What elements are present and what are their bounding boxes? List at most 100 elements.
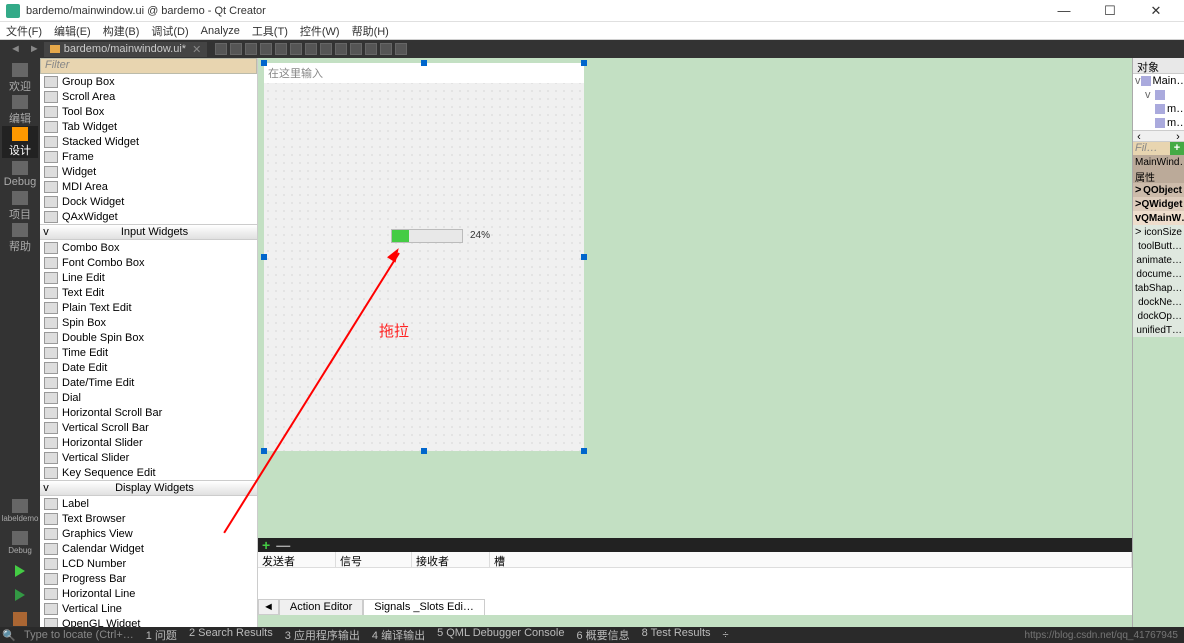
- widget-item[interactable]: Frame: [40, 149, 257, 164]
- toolbar-icon[interactable]: [290, 43, 302, 55]
- close-button[interactable]: ✕: [1142, 3, 1170, 19]
- toolbar-icon[interactable]: [260, 43, 272, 55]
- widget-item[interactable]: Horizontal Scroll Bar: [40, 405, 257, 420]
- resize-handle[interactable]: [261, 448, 267, 454]
- status-pane-button[interactable]: 3 应用程序输出: [285, 627, 360, 643]
- run-button[interactable]: [2, 559, 38, 583]
- object-tree-row[interactable]: m…: [1133, 102, 1184, 116]
- widget-category-header[interactable]: vDisplay Widgets: [40, 480, 257, 496]
- toolbar-icon[interactable]: [275, 43, 287, 55]
- property-filter-input[interactable]: Fil…: [1133, 142, 1170, 155]
- progress-bar-widget[interactable]: 24%: [391, 229, 463, 243]
- widget-item[interactable]: Stacked Widget: [40, 134, 257, 149]
- widget-item[interactable]: Dial: [40, 390, 257, 405]
- kit-debug[interactable]: Debug: [2, 527, 38, 559]
- widget-item[interactable]: Plain Text Edit: [40, 300, 257, 315]
- toolbar-icon[interactable]: [320, 43, 332, 55]
- status-pane-button[interactable]: 2 Search Results: [189, 627, 273, 643]
- widget-item[interactable]: Vertical Slider: [40, 450, 257, 465]
- property-row[interactable]: dockOp…: [1133, 309, 1184, 323]
- widget-item[interactable]: Horizontal Line: [40, 586, 257, 601]
- resize-handle[interactable]: [581, 254, 587, 260]
- mode-debug[interactable]: Debug: [2, 158, 38, 190]
- maximize-button[interactable]: ☐: [1096, 3, 1124, 19]
- form-canvas[interactable]: 在这里输入 24% 拖拉: [264, 63, 584, 451]
- widget-item[interactable]: Label: [40, 496, 257, 511]
- widget-item[interactable]: Scroll Area: [40, 89, 257, 104]
- widget-item[interactable]: Time Edit: [40, 345, 257, 360]
- property-row[interactable]: docume…: [1133, 267, 1184, 281]
- mode-欢迎[interactable]: 欢迎: [2, 62, 38, 94]
- widget-item[interactable]: Tab Widget: [40, 119, 257, 134]
- widget-item[interactable]: Horizontal Slider: [40, 435, 257, 450]
- widget-item[interactable]: Group Box: [40, 74, 257, 89]
- widget-item[interactable]: Date/Time Edit: [40, 375, 257, 390]
- add-property-button[interactable]: +: [1170, 142, 1184, 155]
- menu-debug[interactable]: 调试(D): [151, 23, 188, 39]
- toolbar-icon[interactable]: [215, 43, 227, 55]
- widget-item[interactable]: Text Browser: [40, 511, 257, 526]
- toolbar-icon[interactable]: [365, 43, 377, 55]
- tab-action-editor[interactable]: Action Editor: [279, 599, 363, 615]
- object-tree-row[interactable]: vMain…: [1133, 74, 1184, 88]
- toolbar-icon[interactable]: [335, 43, 347, 55]
- tree-scrollbar[interactable]: ‹›: [1133, 130, 1184, 142]
- object-tree-row[interactable]: v: [1133, 88, 1184, 102]
- close-tab-icon[interactable]: ✕: [192, 43, 201, 56]
- property-row[interactable]: toolButt…: [1133, 239, 1184, 253]
- status-pane-button[interactable]: 1 问题: [146, 627, 177, 643]
- widget-item[interactable]: Calendar Widget: [40, 541, 257, 556]
- property-row[interactable]: >iconSize: [1133, 225, 1184, 239]
- locate-icon[interactable]: 🔍: [2, 629, 16, 641]
- resize-handle[interactable]: [421, 448, 427, 454]
- toolbar-icon[interactable]: [245, 43, 257, 55]
- locator-input[interactable]: Type to locate (Ctrl+…: [24, 629, 134, 641]
- widget-item[interactable]: Key Sequence Edit: [40, 465, 257, 480]
- status-pane-button[interactable]: 6 概要信息: [576, 627, 629, 643]
- widget-item[interactable]: Spin Box: [40, 315, 257, 330]
- property-row[interactable]: tabShap…: [1133, 281, 1184, 295]
- menu-help[interactable]: 帮助(H): [352, 23, 389, 39]
- widget-item[interactable]: Text Edit: [40, 285, 257, 300]
- menu-edit[interactable]: 编辑(E): [54, 23, 91, 39]
- resize-handle[interactable]: [421, 60, 427, 66]
- widget-item[interactable]: Font Combo Box: [40, 255, 257, 270]
- menu-file[interactable]: 文件(F): [6, 23, 42, 39]
- widget-item[interactable]: Vertical Line: [40, 601, 257, 616]
- widget-item[interactable]: Double Spin Box: [40, 330, 257, 345]
- run-debug-button[interactable]: [2, 583, 38, 607]
- widget-item[interactable]: Combo Box: [40, 240, 257, 255]
- widget-item[interactable]: QAxWidget: [40, 209, 257, 224]
- widget-item[interactable]: Vertical Scroll Bar: [40, 420, 257, 435]
- nav-fwd-icon[interactable]: ►: [29, 43, 40, 55]
- status-chevron-icon[interactable]: ÷: [723, 629, 729, 641]
- nav-back-icon[interactable]: ◄: [10, 43, 21, 55]
- mode-编辑[interactable]: 编辑: [2, 94, 38, 126]
- minimize-button[interactable]: —: [1050, 3, 1078, 19]
- resize-handle[interactable]: [261, 60, 267, 66]
- form-placeholder-text[interactable]: 在这里输入: [264, 63, 584, 83]
- property-row[interactable]: unifiedT…: [1133, 323, 1184, 337]
- widget-item[interactable]: Progress Bar: [40, 571, 257, 586]
- widget-item[interactable]: Tool Box: [40, 104, 257, 119]
- open-file-tab[interactable]: bardemo/mainwindow.ui* ✕: [44, 42, 208, 57]
- resize-handle[interactable]: [581, 60, 587, 66]
- tab-signals-slots[interactable]: Signals _Slots Edi…: [363, 599, 485, 615]
- remove-signal-button[interactable]: —: [276, 537, 290, 553]
- property-row[interactable]: >QObject: [1133, 183, 1184, 197]
- toolbar-icon[interactable]: [395, 43, 407, 55]
- status-pane-button[interactable]: 5 QML Debugger Console: [437, 627, 564, 643]
- add-signal-button[interactable]: +: [262, 537, 270, 553]
- property-row[interactable]: animate…: [1133, 253, 1184, 267]
- widget-filter-input[interactable]: Filter: [40, 58, 257, 74]
- toolbar-icon[interactable]: [350, 43, 362, 55]
- toolbar-icon[interactable]: [230, 43, 242, 55]
- object-tree-row[interactable]: m…: [1133, 116, 1184, 130]
- mode-项目[interactable]: 项目: [2, 190, 38, 222]
- widget-item[interactable]: Widget: [40, 164, 257, 179]
- widget-item[interactable]: LCD Number: [40, 556, 257, 571]
- status-pane-button[interactable]: 8 Test Results: [642, 627, 711, 643]
- property-row[interactable]: vQMainW…: [1133, 211, 1184, 225]
- toolbar-icon[interactable]: [305, 43, 317, 55]
- kit-labeldemo[interactable]: labeldemo: [2, 495, 38, 527]
